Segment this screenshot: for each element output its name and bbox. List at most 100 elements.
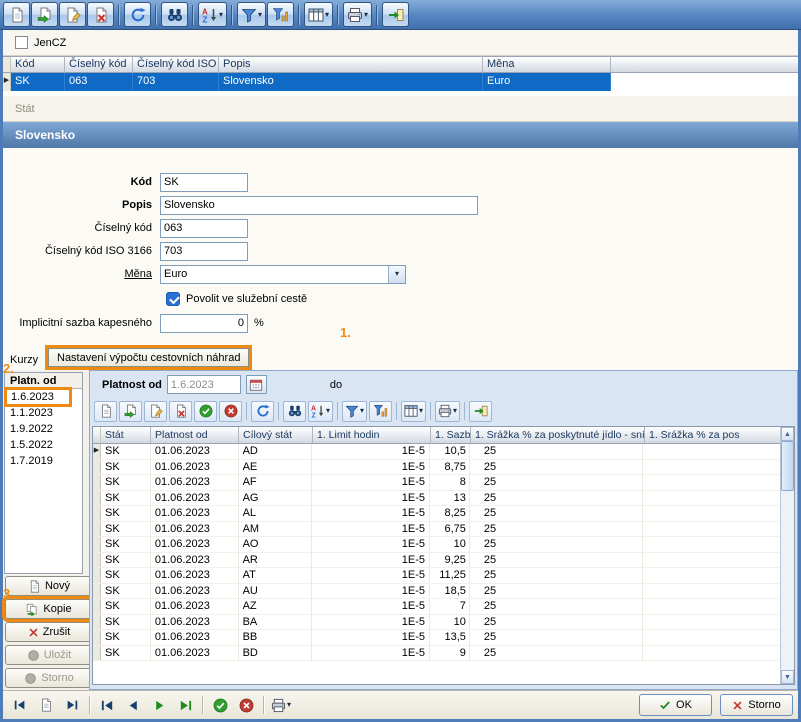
detail-sort-button[interactable]: ▾ [308,401,333,422]
date-item[interactable]: 1.7.2019 [5,453,82,469]
column-header-iso[interactable]: Číselný kód ISO 3166 [133,56,219,73]
first-row-button[interactable] [95,694,119,717]
calendar-button[interactable] [246,375,267,394]
kurzy-tab[interactable]: Kurzy [10,354,38,366]
next-record-button[interactable] [60,694,84,717]
next-row-button[interactable] [147,694,171,717]
detail-confirm-button[interactable] [194,401,217,422]
detail-cancel-button[interactable] [219,401,242,422]
table-row[interactable]: ▶ SK 063 703 Slovensko Euro [3,73,798,91]
cell: 25 [470,646,644,661]
nahrady-settings-button[interactable]: Nastavení výpočtu cestovních náhrad [48,348,249,367]
grid-column-srazka-pos[interactable]: 1. Srážka % za pos [645,427,782,444]
prev-row-button[interactable] [121,694,145,717]
cell: BA [239,615,313,630]
column-header-mena[interactable]: Měna [483,56,611,73]
columns-button[interactable]: ▾ [304,2,333,27]
novy-button[interactable]: Nový [5,576,93,596]
sort-az-button[interactable]: ▾ [198,2,227,27]
detail-delete-button[interactable] [169,401,192,422]
detail-export-button[interactable] [469,401,492,422]
storno-button[interactable]: Storno [720,694,793,716]
table-row[interactable]: SK01.06.2023AZ1E-5725 [93,599,780,615]
zrusit-button[interactable]: Zrušit [5,622,93,642]
table-row[interactable]: SK01.06.2023BD1E-5925 [93,646,780,662]
grid-column-stat[interactable]: Stát [101,427,151,444]
row-marker [93,522,101,537]
export-button[interactable] [382,2,409,27]
cell: 01.06.2023 [151,646,239,661]
table-row[interactable]: SK01.06.2023AM1E-56,7525 [93,522,780,538]
ciselny-kod-input[interactable] [160,219,248,238]
scrollbar-thumb[interactable] [781,441,794,491]
print-button[interactable]: ▾ [343,2,372,27]
table-row[interactable]: SK01.06.2023BA1E-51025 [93,615,780,631]
grid-column-srazka-snidane[interactable]: 1. Srážka % za poskytnuté jídlo - snídan… [471,427,645,444]
print-bottom-button[interactable]: ▾ [269,694,293,717]
detail-new-button[interactable] [94,401,117,422]
column-header-popis[interactable]: Popis [219,56,483,73]
table-row[interactable]: SK01.06.2023AT1E-511,2525 [93,568,780,584]
filter-button[interactable]: ▾ [237,2,266,27]
table-row[interactable]: ▶SK01.06.2023AD1E-510,525 [93,444,780,460]
edit-record-button[interactable] [59,2,86,27]
delete-record-button[interactable] [87,2,114,27]
table-row[interactable]: SK01.06.2023BB1E-513,525 [93,630,780,646]
detail-search-button[interactable] [283,401,306,422]
vertical-scrollbar[interactable]: ▲ ▼ [780,427,794,684]
popis-input[interactable] [160,196,478,215]
scroll-down-button[interactable]: ▼ [781,670,794,684]
open-record-button[interactable] [31,2,58,27]
ok-button[interactable]: OK [639,694,712,716]
search-button[interactable] [161,2,188,27]
detail-print-button[interactable]: ▾ [435,401,460,422]
detail-columns-button[interactable]: ▾ [401,401,426,422]
table-row[interactable]: SK01.06.2023AL1E-58,2525 [93,506,780,522]
detail-filter-button[interactable]: ▾ [342,401,367,422]
povolit-checkbox[interactable] [166,292,180,306]
iso-input[interactable] [160,242,248,261]
grid-column-limit-hodin[interactable]: 1. Limit hodin [313,427,431,444]
combo-dropdown-button[interactable]: ▾ [388,266,405,283]
date-item[interactable]: 1.9.2022 [5,421,82,437]
refresh-icon [130,7,146,23]
grid-column-sazba[interactable]: 1. Sazba [431,427,471,444]
prev-record-button[interactable] [8,694,32,717]
date-item[interactable]: 1.6.2023 [6,389,70,405]
detail-open-button[interactable] [119,401,142,422]
column-header-kod[interactable]: Kód [11,56,65,73]
platnost-od-input[interactable] [167,375,241,394]
scroll-up-button[interactable]: ▲ [781,427,794,441]
cell-mena: Euro [483,73,611,91]
table-row[interactable]: SK01.06.2023AU1E-518,525 [93,584,780,600]
detail-refresh-button[interactable] [251,401,274,422]
new-document-icon [9,7,25,23]
table-row[interactable]: SK01.06.2023AO1E-51025 [93,537,780,553]
table-row[interactable]: SK01.06.2023AR1E-59,2525 [93,553,780,569]
dates-column-header[interactable]: Platn. od [5,373,82,389]
table-row[interactable]: SK01.06.2023AG1E-51325 [93,491,780,507]
grid-column-platnost-od[interactable]: Platnost od [151,427,239,444]
kod-input[interactable] [160,173,248,192]
detail-edit-button[interactable] [144,401,167,422]
detail-filter-wizard-button[interactable] [369,401,392,422]
filter-wizard-button[interactable] [267,2,294,27]
chevron-down-icon: ▾ [419,407,423,415]
grid-column-cilovy-stat[interactable]: Cílový stát [239,427,313,444]
table-row[interactable]: SK01.06.2023AF1E-5825 [93,475,780,491]
refresh-button[interactable] [124,2,151,27]
record-card-button[interactable] [34,694,58,717]
table-row[interactable]: SK01.06.2023AE1E-58,7525 [93,460,780,476]
jencz-checkbox[interactable] [15,36,28,49]
date-item[interactable]: 1.1.2023 [5,405,82,421]
new-record-button[interactable] [3,2,30,27]
last-row-button[interactable] [173,694,197,717]
cancel-row-button[interactable] [234,694,258,717]
row-marker [93,553,101,568]
confirm-row-button[interactable] [208,694,232,717]
mena-select[interactable]: Euro ▾ [160,265,406,284]
column-header-ciselny-kod[interactable]: Číselný kód [65,56,133,73]
kapesne-input[interactable] [160,314,248,333]
kopie-button[interactable]: Kopie [5,599,93,619]
date-item[interactable]: 1.5.2022 [5,437,82,453]
